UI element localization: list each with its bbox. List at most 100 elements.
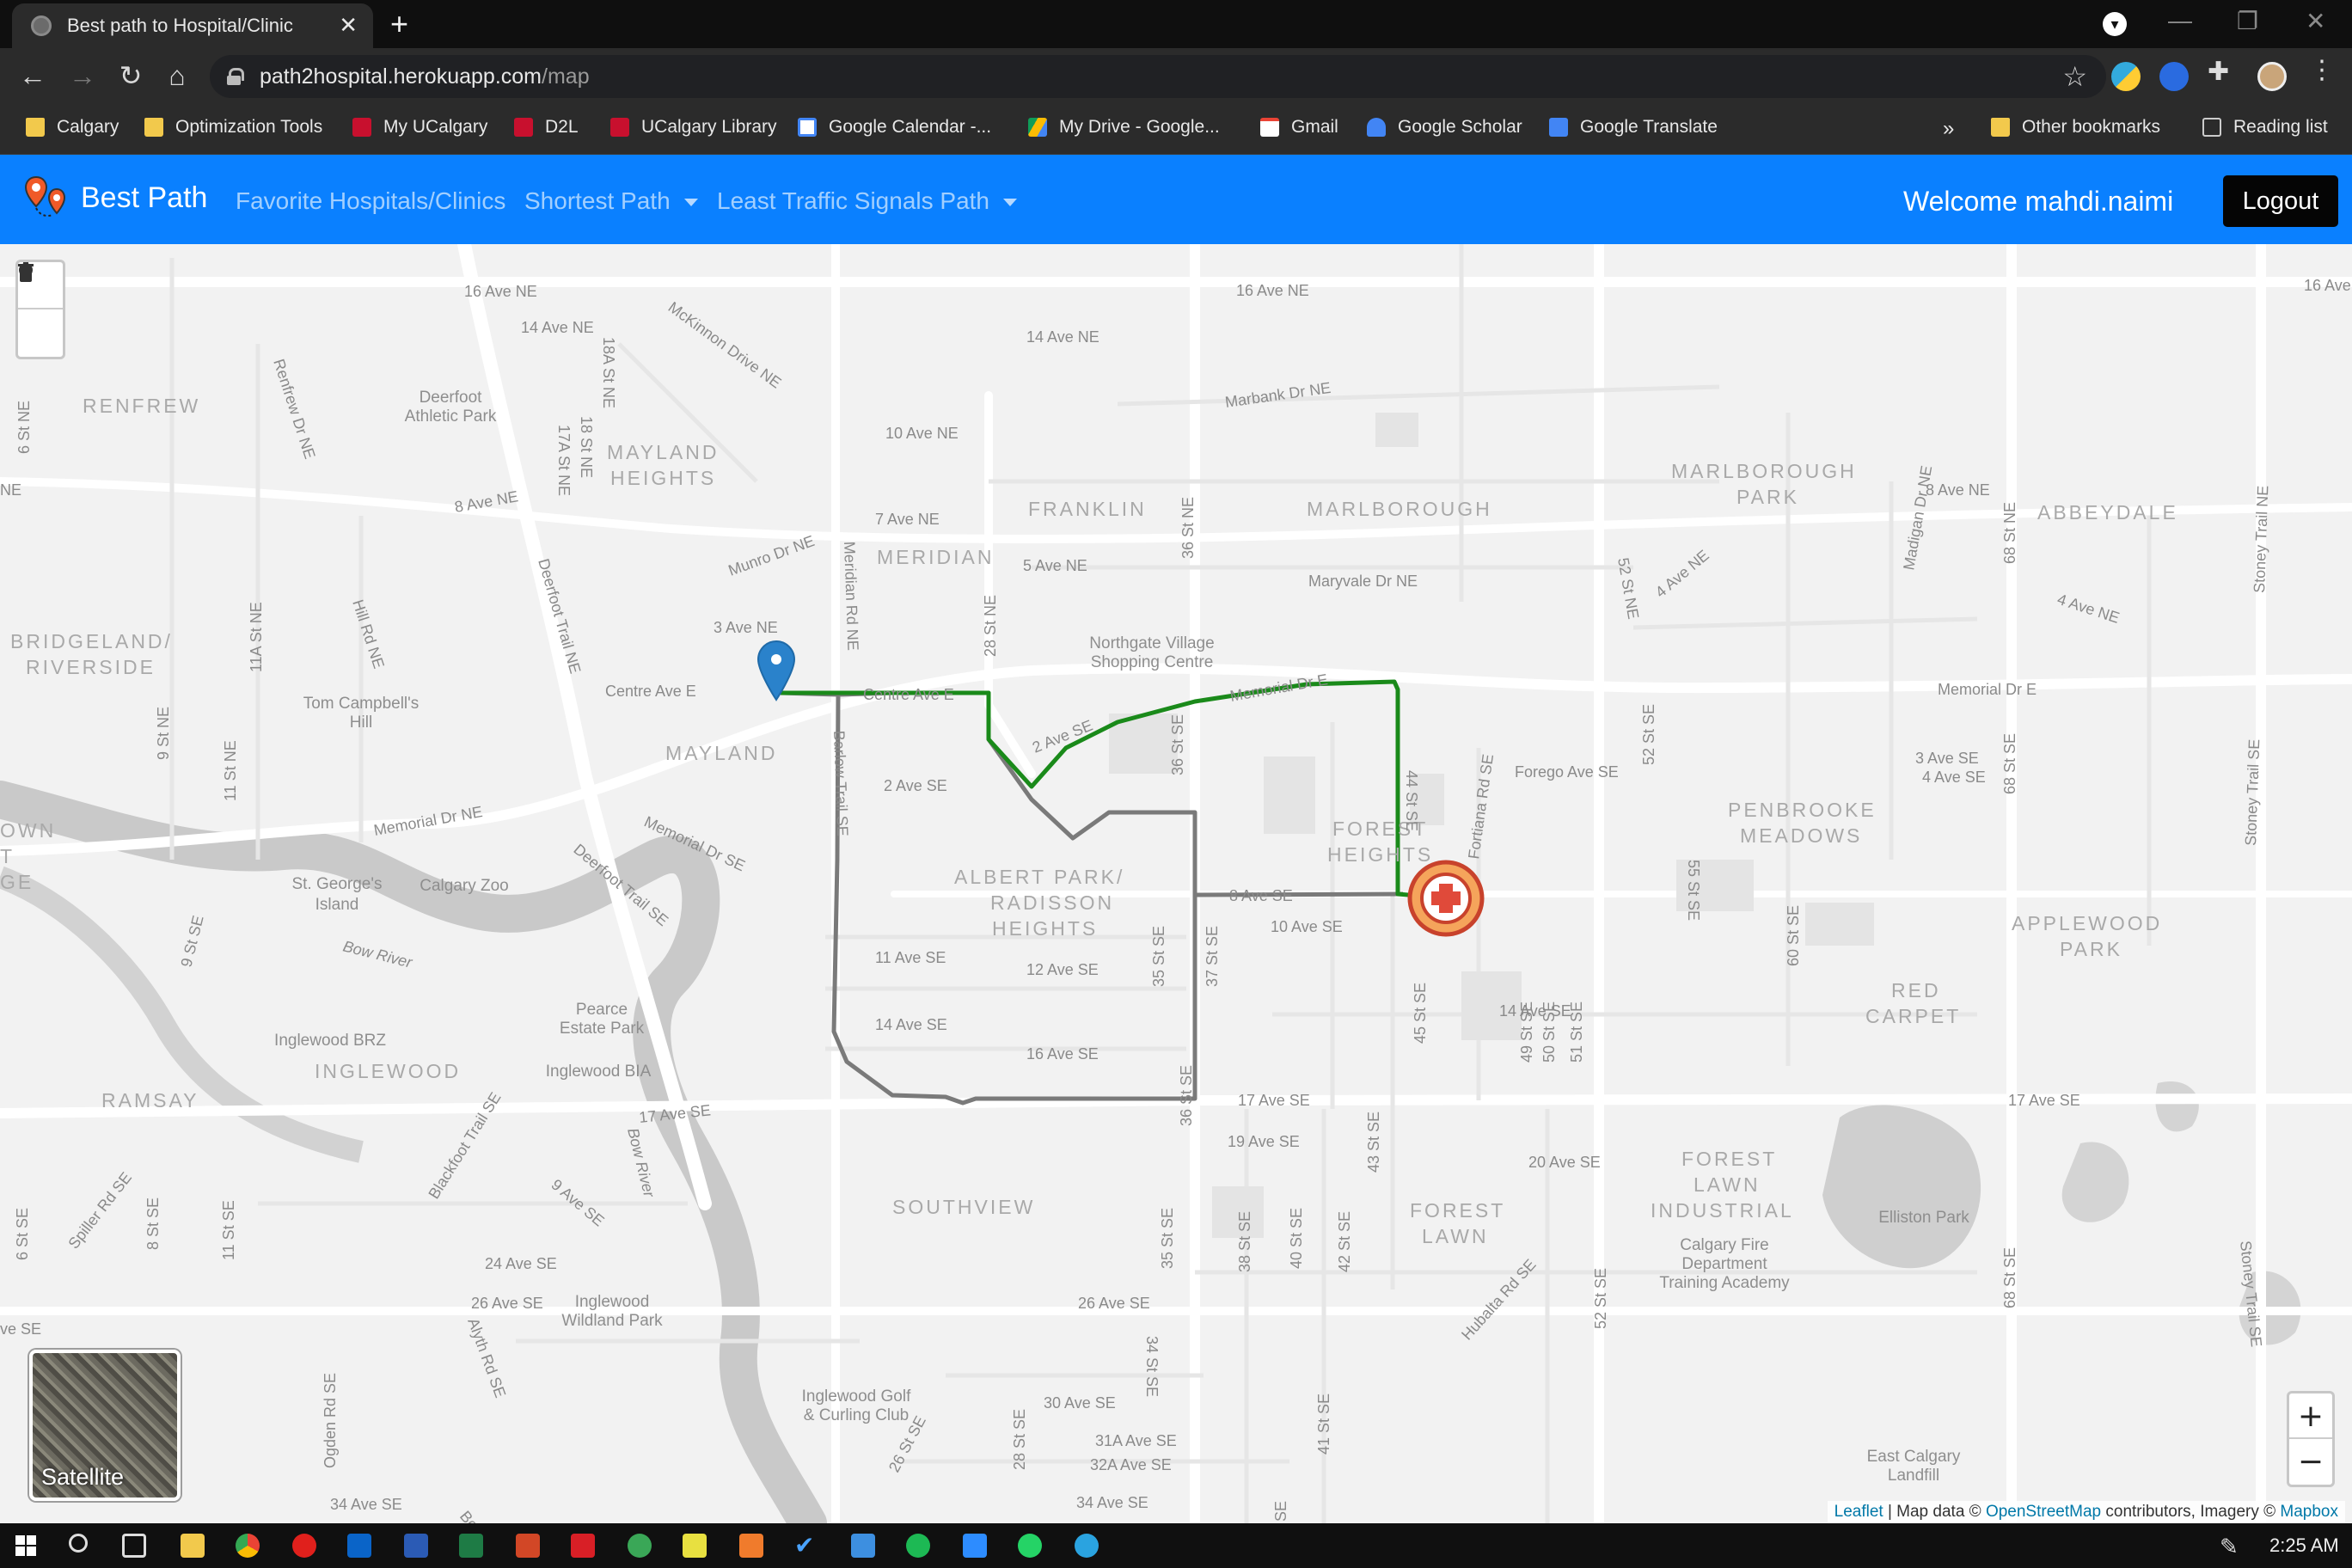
- reload-icon[interactable]: ↻: [112, 57, 150, 95]
- map-label: Department: [1681, 1255, 1767, 1273]
- avatar[interactable]: [2257, 62, 2287, 91]
- new-tab-icon[interactable]: +: [390, 7, 408, 41]
- map-label: 45 St SE: [1412, 983, 1429, 1044]
- nav-favorite-hospitals[interactable]: Favorite Hospitals/Clinics: [236, 187, 505, 215]
- map-label: Meridian Rd NE: [841, 541, 861, 651]
- lake: [2061, 1142, 2129, 1222]
- bookmark-my-ucalgary[interactable]: My UCalgary: [352, 117, 487, 138]
- file-explorer-icon[interactable]: [181, 1534, 205, 1558]
- reading-list[interactable]: Reading list: [2202, 117, 2328, 138]
- bookmark-label: Other bookmarks: [2022, 117, 2161, 137]
- nav-shortest-path-dropdown[interactable]: Shortest Path: [524, 187, 698, 215]
- map-label: 18 St NE: [578, 416, 595, 478]
- tab-close-icon[interactable]: ✕: [339, 14, 358, 36]
- windows-taskbar: ✔ ✎ 2:25 AM: [0, 1523, 2352, 1568]
- task-view-icon[interactable]: [122, 1534, 146, 1558]
- hospital-marker-icon[interactable]: [1407, 860, 1485, 937]
- powerpoint-icon[interactable]: [516, 1534, 540, 1558]
- bookmark-ucalgary-library[interactable]: UCalgary Library: [610, 117, 777, 138]
- map-canvas[interactable]: RENFREW MAYLAND HEIGHTS FRANKLIN MARLBOR…: [0, 244, 2352, 1523]
- satellite-label: Satellite: [41, 1464, 125, 1490]
- bookmark-google-calendar[interactable]: Google Calendar -...: [798, 117, 991, 138]
- bookmark-calgary[interactable]: Calgary: [26, 117, 119, 138]
- taskbar-clock[interactable]: 2:25 AM: [2269, 1534, 2339, 1557]
- app-icon[interactable]: [628, 1534, 652, 1558]
- brand-link[interactable]: Best Path: [22, 174, 207, 222]
- minimize-icon[interactable]: —: [2168, 7, 2192, 34]
- map-label: 11 St NE: [222, 740, 239, 801]
- extensions-puzzle-icon[interactable]: ✚: [2208, 57, 2237, 86]
- home-icon[interactable]: ⌂: [158, 57, 196, 95]
- search-icon[interactable]: [69, 1534, 88, 1553]
- bookmark-label: Calgary: [57, 117, 119, 137]
- map-label: FOREST: [1681, 1148, 1777, 1170]
- acrobat-icon[interactable]: [571, 1534, 595, 1558]
- outlook-icon[interactable]: [347, 1534, 371, 1558]
- map-label: RIVERSIDE: [26, 656, 156, 678]
- nav-least-signals-dropdown[interactable]: Least Traffic Signals Path: [717, 187, 1017, 215]
- notes-icon[interactable]: [851, 1534, 875, 1558]
- map-tiles: RENFREW MAYLAND HEIGHTS FRANKLIN MARLBOR…: [0, 244, 2352, 1523]
- chrome-icon[interactable]: [236, 1534, 260, 1558]
- map-label: PENBROOKE: [1728, 799, 1877, 821]
- translate-icon: [1549, 118, 1568, 137]
- excel-icon[interactable]: [459, 1534, 483, 1558]
- calendar-icon: [798, 118, 817, 137]
- lock-icon[interactable]: [227, 68, 244, 85]
- map-label: Alyth Rd SE: [464, 1316, 509, 1400]
- drive-icon: [1028, 118, 1047, 137]
- delete-layers-button[interactable]: [18, 262, 63, 357]
- pen-icon[interactable]: ✎: [2220, 1534, 2244, 1559]
- zoom-out-button[interactable]: −: [2289, 1439, 2332, 1485]
- map-label: Northgate Village: [1089, 634, 1214, 652]
- map-label: 9 St NE: [155, 707, 172, 760]
- address-bar[interactable]: path2hospital.herokuapp.com/map ☆: [210, 55, 2106, 98]
- satellite-layer-toggle[interactable]: Satellite: [29, 1350, 181, 1501]
- forward-icon[interactable]: →: [64, 57, 101, 95]
- bookmark-my-drive[interactable]: My Drive - Google...: [1028, 117, 1220, 138]
- chrome-menu-icon[interactable]: ⋮: [2309, 55, 2338, 84]
- restore-icon[interactable]: ❐: [2237, 7, 2258, 35]
- logout-button[interactable]: Logout: [2223, 175, 2338, 227]
- whatsapp-icon[interactable]: [1018, 1534, 1042, 1558]
- todo-icon[interactable]: ✔: [794, 1534, 818, 1558]
- close-window-icon[interactable]: ✕: [2306, 7, 2325, 35]
- leaflet-link[interactable]: Leaflet: [1834, 1503, 1883, 1521]
- bookmark-google-translate[interactable]: Google Translate: [1549, 117, 1718, 138]
- bookmarks-overflow-icon[interactable]: »: [1943, 117, 1954, 141]
- opera-icon[interactable]: [292, 1534, 316, 1558]
- browser-tab[interactable]: Best path to Hospital/Clinic ✕: [12, 3, 373, 48]
- zoom-in-button[interactable]: +: [2289, 1393, 2332, 1439]
- spotify-icon[interactable]: [906, 1534, 930, 1558]
- telegram-icon[interactable]: [1075, 1534, 1099, 1558]
- pycharm-icon[interactable]: [683, 1534, 707, 1558]
- matlab-icon[interactable]: [739, 1534, 763, 1558]
- openstreetmap-link[interactable]: OpenStreetMap: [1986, 1503, 2101, 1521]
- map-label: Calgary Fire: [1680, 1236, 1768, 1254]
- zoom-icon[interactable]: [963, 1534, 987, 1558]
- map-label: 34 St SE: [1143, 1336, 1161, 1397]
- shortest-route-east-line[interactable]: [1194, 891, 1404, 897]
- bookmark-google-scholar[interactable]: Google Scholar: [1367, 117, 1522, 138]
- map-label: INGLEWOOD: [315, 1060, 461, 1082]
- extension-icon[interactable]: [2111, 62, 2141, 91]
- tab-search-icon[interactable]: ▾: [2103, 12, 2127, 36]
- gmail-icon: [1260, 118, 1279, 137]
- bookmark-d2l[interactable]: D2L: [514, 117, 579, 138]
- map-label: 28 St NE: [982, 595, 999, 657]
- nav-shortest-path-label: Shortest Path: [524, 187, 671, 214]
- bookmark-gmail[interactable]: Gmail: [1260, 117, 1338, 138]
- bookmark-optimization-tools[interactable]: Optimization Tools: [144, 117, 322, 138]
- map-label: OWN: [0, 819, 56, 842]
- bookmark-star-icon[interactable]: ☆: [2062, 60, 2087, 93]
- map-label: 24 Ave SE: [485, 1255, 557, 1272]
- word-icon[interactable]: [404, 1534, 428, 1558]
- back-icon[interactable]: ←: [14, 57, 52, 95]
- map-label: 11A St NE: [248, 602, 265, 672]
- least-signals-route-line[interactable]: [781, 679, 1419, 898]
- bookmark-label: My Drive - Google...: [1059, 117, 1220, 137]
- windows-start-icon[interactable]: [15, 1535, 36, 1556]
- extension-pause-icon[interactable]: [2159, 62, 2189, 91]
- mapbox-link[interactable]: Mapbox: [2280, 1503, 2338, 1521]
- bookmark-other-bookmarks[interactable]: Other bookmarks: [1991, 117, 2160, 138]
